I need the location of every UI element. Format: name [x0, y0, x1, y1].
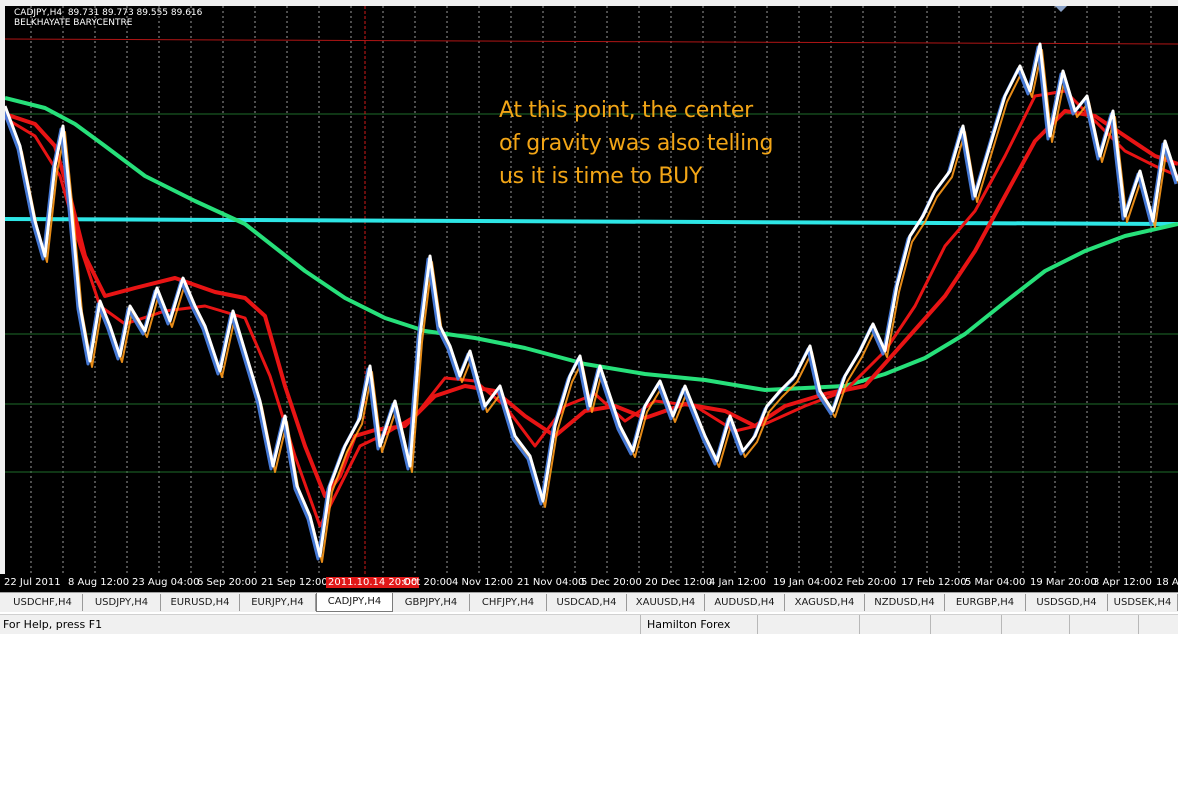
chart-window[interactable]: CADJPY,H4 89.731 89.773 89.555 89.616 BE… [0, 0, 1178, 592]
time-axis-label: 19 Mar 20:00 [1030, 577, 1097, 588]
chart-tab[interactable]: GBPJPY,H4 [393, 594, 470, 611]
status-cell-empty [1138, 615, 1178, 634]
symbol-info-line: CADJPY,H4 89.731 89.773 89.555 89.616 [14, 8, 203, 18]
time-axis-label: 3 Apr 12:00 [1093, 577, 1152, 588]
time-axis-label: 5 Dec 20:00 [581, 577, 642, 588]
chart-plot-area[interactable]: CADJPY,H4 89.731 89.773 89.555 89.616 BE… [5, 6, 1178, 574]
status-cell-empty [1001, 615, 1069, 634]
chart-tab[interactable]: USDCAD,H4 [547, 594, 627, 611]
time-axis-label: 2 Feb 20:00 [837, 577, 897, 588]
status-cell-empty [1069, 615, 1138, 634]
chart-tab[interactable]: NZDUSD,H4 [865, 594, 945, 611]
time-axis-label: 18 Ap [1156, 577, 1178, 588]
chart-tab[interactable]: XAUUSD,H4 [627, 594, 705, 611]
annotation-line: At this point, the center [499, 98, 753, 123]
status-cell-empty [757, 615, 859, 634]
time-axis-label: 19 Jan 04:00 [773, 577, 837, 588]
status-bar: For Help, press F1 Hamilton Forex [0, 614, 1178, 634]
chart-tab[interactable]: EURJPY,H4 [240, 594, 316, 611]
annotation-line: us it is time to BUY [499, 164, 703, 189]
chart-tab[interactable]: EURUSD,H4 [161, 594, 240, 611]
status-help-text: For Help, press F1 [3, 618, 103, 631]
time-axis-label: 21 Nov 04:00 [517, 577, 585, 588]
horizontal-level-line [5, 217, 1178, 226]
time-axis: 22 Jul 2011 8 Aug 12:00 23 Aug 04:00 6 Sep … [0, 574, 1178, 592]
chart-tab[interactable]: USDCHF,H4 [3, 594, 83, 611]
chart-shift-marker-icon [1055, 6, 1067, 12]
chart-tab[interactable]: AUDUSD,H4 [705, 594, 785, 611]
time-axis-label: 8 Aug 12:00 [68, 577, 130, 588]
chart-tab[interactable]: USDJPY,H4 [83, 594, 161, 611]
time-axis-label: 6 Sep 20:00 [197, 577, 258, 588]
time-axis-label: 22 Jul 2011 [4, 577, 61, 588]
indicator-name-label: BELKHAYATE BARYCENTRE [14, 18, 133, 28]
chart-tab[interactable]: USDSEK,H4 [1108, 594, 1178, 611]
chart-tab[interactable]: XAGUSD,H4 [785, 594, 865, 611]
time-axis-label: 20 Dec 12:00 [645, 577, 713, 588]
time-axis-label: 4 Nov 12:00 [452, 577, 514, 588]
chart-annotation-text: At this point, the center of gravity was… [499, 94, 774, 193]
price-chart-svg[interactable] [5, 6, 1178, 574]
chart-tab[interactable]: CHFJPY,H4 [470, 594, 547, 611]
resistance-level-line [5, 38, 1178, 45]
time-axis-label: 5 Mar 04:00 [965, 577, 1026, 588]
chart-tab-bar: USDCHF,H4 USDJPY,H4 EURUSD,H4 EURJPY,H4 CADJ… [0, 592, 1178, 612]
status-cell-empty [859, 615, 930, 634]
time-axis-label: 23 Aug 04:00 [132, 577, 200, 588]
chart-tab[interactable]: CADJPY,H4 [316, 593, 393, 612]
chart-tab[interactable]: EURGBP,H4 [945, 594, 1026, 611]
time-axis-label: 17 Feb 12:00 [901, 577, 967, 588]
annotation-line: of gravity was also telling [499, 131, 774, 156]
chart-tab[interactable]: USDSGD,H4 [1026, 594, 1108, 611]
time-axis-label: 4 Jan 12:00 [709, 577, 766, 588]
status-cell-empty [930, 615, 1001, 634]
time-axis-label: Oct 20:00 [403, 577, 453, 588]
status-server-name: Hamilton Forex [640, 615, 757, 634]
blank-area [0, 634, 1178, 808]
time-axis-label: 21 Sep 12:00 [261, 577, 328, 588]
